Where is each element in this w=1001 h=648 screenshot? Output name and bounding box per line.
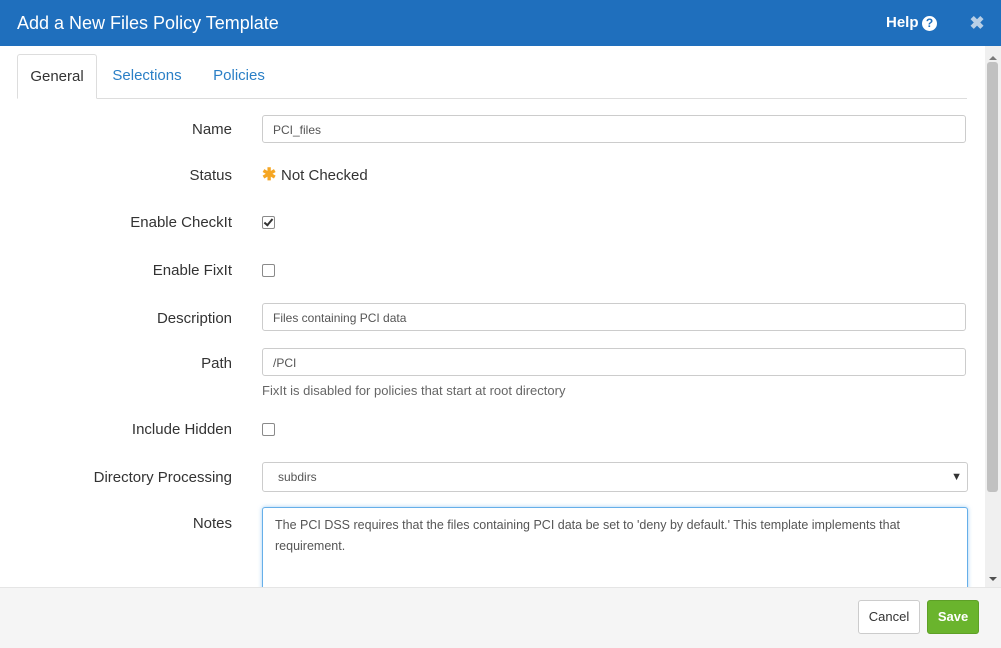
dialog-title: Add a New Files Policy Template (17, 13, 279, 33)
description-label: Description (156, 310, 232, 327)
description-input[interactable]: Files containing PCI data (262, 303, 966, 331)
path-input[interactable]: /PCI (262, 348, 966, 376)
tab-policies[interactable]: Policies (207, 54, 271, 97)
notes-label: Notes (192, 515, 232, 532)
name-label: Name (191, 121, 232, 138)
tab-bar: General Selections Policies (17, 54, 967, 99)
dialog-footer: Cancel Save (0, 587, 1001, 648)
directory-processing-select[interactable]: subdirs ▼ (262, 462, 968, 492)
directory-processing-label: Directory Processing (93, 469, 232, 486)
name-input[interactable]: PCI_files (262, 115, 966, 143)
status-value: Not Checked (281, 167, 368, 184)
close-icon[interactable]: ✖ (968, 12, 986, 34)
enable-checkit-label: Enable CheckIt (130, 214, 232, 231)
asterisk-icon: ✱ (262, 165, 277, 184)
include-hidden-label: Include Hidden (131, 421, 232, 438)
help-icon[interactable]: ? (922, 16, 937, 31)
dialog-body: General Selections Policies Name PCI_fil… (0, 46, 985, 587)
chevron-down-icon: ▼ (951, 471, 962, 483)
status-label: Status (189, 167, 232, 184)
notes-textarea[interactable]: The PCI DSS requires that the files cont… (262, 507, 968, 587)
cancel-button[interactable]: Cancel (858, 600, 920, 634)
help-link[interactable]: Help (886, 14, 919, 32)
enable-fixit-label: Enable FixIt (152, 262, 232, 279)
scroll-down-arrow-icon[interactable] (989, 577, 997, 581)
tab-selections[interactable]: Selections (107, 54, 187, 97)
path-label: Path (201, 355, 232, 372)
enable-checkit-checkbox[interactable] (262, 216, 275, 229)
content-scrollbar[interactable] (985, 46, 1001, 587)
include-hidden-checkbox[interactable] (262, 423, 275, 436)
tab-general[interactable]: General (17, 54, 97, 99)
add-files-policy-template-dialog: Add a New Files Policy Template Help ? ✖… (0, 0, 1001, 648)
enable-fixit-checkbox[interactable] (262, 264, 275, 277)
save-button[interactable]: Save (927, 600, 979, 634)
path-help-text: FixIt is disabled for policies that star… (262, 383, 566, 398)
dialog-titlebar: Add a New Files Policy Template Help ? ✖ (0, 0, 1001, 46)
scrollbar-thumb[interactable] (987, 62, 998, 492)
scroll-up-arrow-icon[interactable] (989, 56, 997, 60)
directory-processing-value: subdirs (278, 470, 317, 484)
